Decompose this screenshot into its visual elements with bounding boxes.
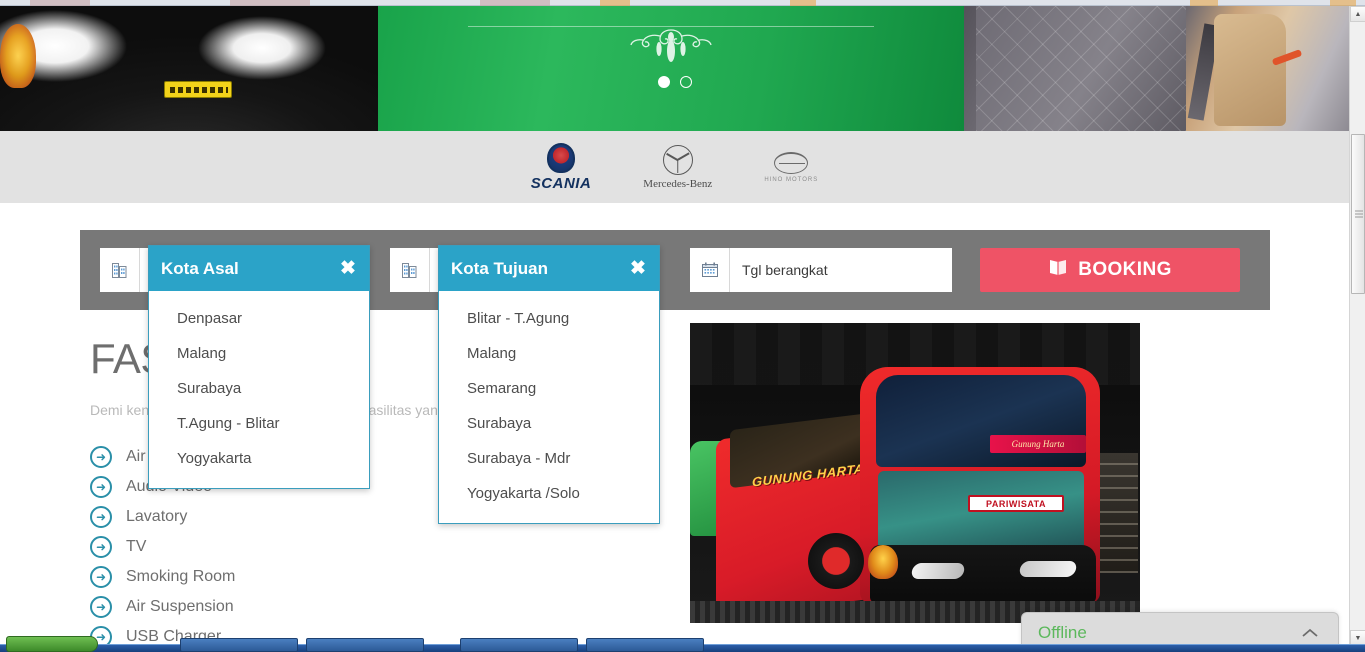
close-icon[interactable]: ✖ (337, 258, 359, 280)
arrow-circle-right-icon: ➜ (90, 445, 112, 468)
destination-dropdown-header: Kota Tujuan ✖ (439, 246, 659, 291)
bus-emblem-icon (0, 24, 36, 88)
bus-crest-emblem (868, 545, 898, 579)
taskbar-item[interactable] (306, 638, 424, 652)
calendar-icon (690, 248, 730, 292)
bus-upper-glass (876, 375, 1086, 467)
carousel-dot-1[interactable] (657, 76, 670, 88)
close-icon[interactable]: ✖ (627, 258, 649, 280)
scania-logo-icon (547, 142, 576, 173)
origin-option[interactable]: T.Agung - Blitar (149, 406, 369, 441)
scrollbar-thumb[interactable] (1351, 134, 1365, 294)
arrow-circle-right-icon: ➜ (90, 565, 112, 588)
mercedes-benz-logo-icon (662, 144, 693, 175)
seat-cushion (1214, 14, 1286, 126)
scania-wordmark: SCANIA (530, 174, 592, 192)
destination-dropdown-list: Blitar - T.Agung Malang Semarang Surabay… (439, 291, 659, 523)
bus-photo: GUNUNG HARTA Gunung Harta PARIWISATA (690, 323, 1140, 623)
origin-option[interactable]: Malang (149, 336, 369, 371)
fasilitas-item-label: TV (126, 537, 147, 555)
list-item: ➜ TV (90, 532, 680, 562)
bus-nameplate: Gunung Harta (990, 435, 1086, 453)
origin-dropdown-title: Kota Asal (161, 258, 239, 278)
departure-date-field[interactable]: Tgl berangkat (690, 248, 952, 292)
destination-option[interactable]: Surabaya (439, 406, 659, 441)
destination-option[interactable]: Malang (439, 336, 659, 371)
ornamental-flourish-icon (630, 29, 712, 62)
origin-option[interactable]: Yogyakarta (149, 441, 369, 476)
arrow-circle-right-icon: ➜ (90, 505, 112, 528)
page-root: SCANIA Mercedes-Benz HINO MOTORS Tgl ber… (0, 0, 1365, 652)
list-item: ➜ Smoking Room (90, 562, 680, 592)
hero-carousel[interactable] (0, 6, 1349, 131)
hero-slide-green-panel (378, 6, 964, 131)
bus-route-sign: PARIWISATA (968, 495, 1064, 512)
book-icon (1048, 259, 1068, 282)
carousel-dot-2[interactable] (679, 76, 692, 88)
destination-dropdown-title: Kota Tujuan (451, 258, 548, 278)
fasilitas-item-label: Air Suspension (126, 597, 234, 615)
list-item: ➜ Air Suspension (90, 592, 680, 622)
arrow-circle-right-icon: ➜ (90, 475, 112, 498)
brand-logo-mercedes-benz: Mercedes-Benz (643, 144, 713, 190)
taskbar-item[interactable] (586, 638, 704, 652)
destination-option[interactable]: Surabaya - Mdr (439, 441, 659, 476)
bus-headlight-left (910, 563, 966, 579)
mercedes-benz-wordmark: Mercedes-Benz (643, 177, 713, 190)
chevron-up-icon[interactable] (1298, 621, 1322, 645)
taskbar-item[interactable] (460, 638, 578, 652)
start-button[interactable] (6, 636, 98, 652)
building-icon (390, 248, 430, 292)
fasilitas-item-label: Lavatory (126, 507, 188, 525)
triangle-up-icon[interactable]: ▲ (1350, 6, 1365, 22)
carousel-indicator-dots[interactable] (657, 76, 692, 88)
destination-city-dropdown[interactable]: Kota Tujuan ✖ Blitar - T.Agung Malang Se… (438, 245, 660, 524)
hino-logo-icon (774, 151, 809, 174)
bus-headlight-right (1018, 561, 1078, 577)
destination-option[interactable]: Semarang (439, 371, 659, 406)
page-scrollbar[interactable]: ▲ ▼ (1349, 6, 1365, 646)
origin-city-dropdown[interactable]: Kota Asal ✖ Denpasar Malang Surabaya T.A… (148, 245, 370, 489)
arrow-circle-right-icon: ➜ (90, 595, 112, 618)
origin-option[interactable]: Surabaya (149, 371, 369, 406)
booking-submit-button[interactable]: BOOKING (980, 248, 1240, 292)
fasilitas-item-label: Smoking Room (126, 567, 236, 585)
hino-wordmark: HINO MOTORS (764, 176, 819, 183)
license-plate (164, 81, 232, 98)
taskbar-item[interactable] (180, 638, 298, 652)
hero-slide-red-bus (0, 6, 378, 131)
building-icon (100, 248, 140, 292)
os-taskbar[interactable] (0, 636, 1365, 652)
origin-dropdown-header: Kota Asal ✖ (149, 246, 369, 291)
brand-logo-hino: HINO MOTORS (764, 151, 819, 183)
chat-status-label: Offline (1038, 622, 1087, 642)
destination-option[interactable]: Blitar - T.Agung (439, 301, 659, 336)
origin-option[interactable]: Denpasar (149, 301, 369, 336)
seat-quilting (976, 6, 1186, 131)
hero-slide-bus-seats (964, 6, 1349, 131)
arrow-circle-right-icon: ➜ (90, 535, 112, 558)
origin-dropdown-list: Denpasar Malang Surabaya T.Agung - Blita… (149, 291, 369, 488)
brand-logo-scania: SCANIA (530, 142, 592, 192)
departure-date-value[interactable]: Tgl berangkat (730, 248, 952, 292)
bus-wheel (808, 533, 864, 589)
destination-option[interactable]: Yogyakarta /Solo (439, 476, 659, 511)
booking-submit-label: BOOKING (1078, 259, 1172, 280)
brand-logo-strip: SCANIA Mercedes-Benz HINO MOTORS (0, 131, 1349, 203)
